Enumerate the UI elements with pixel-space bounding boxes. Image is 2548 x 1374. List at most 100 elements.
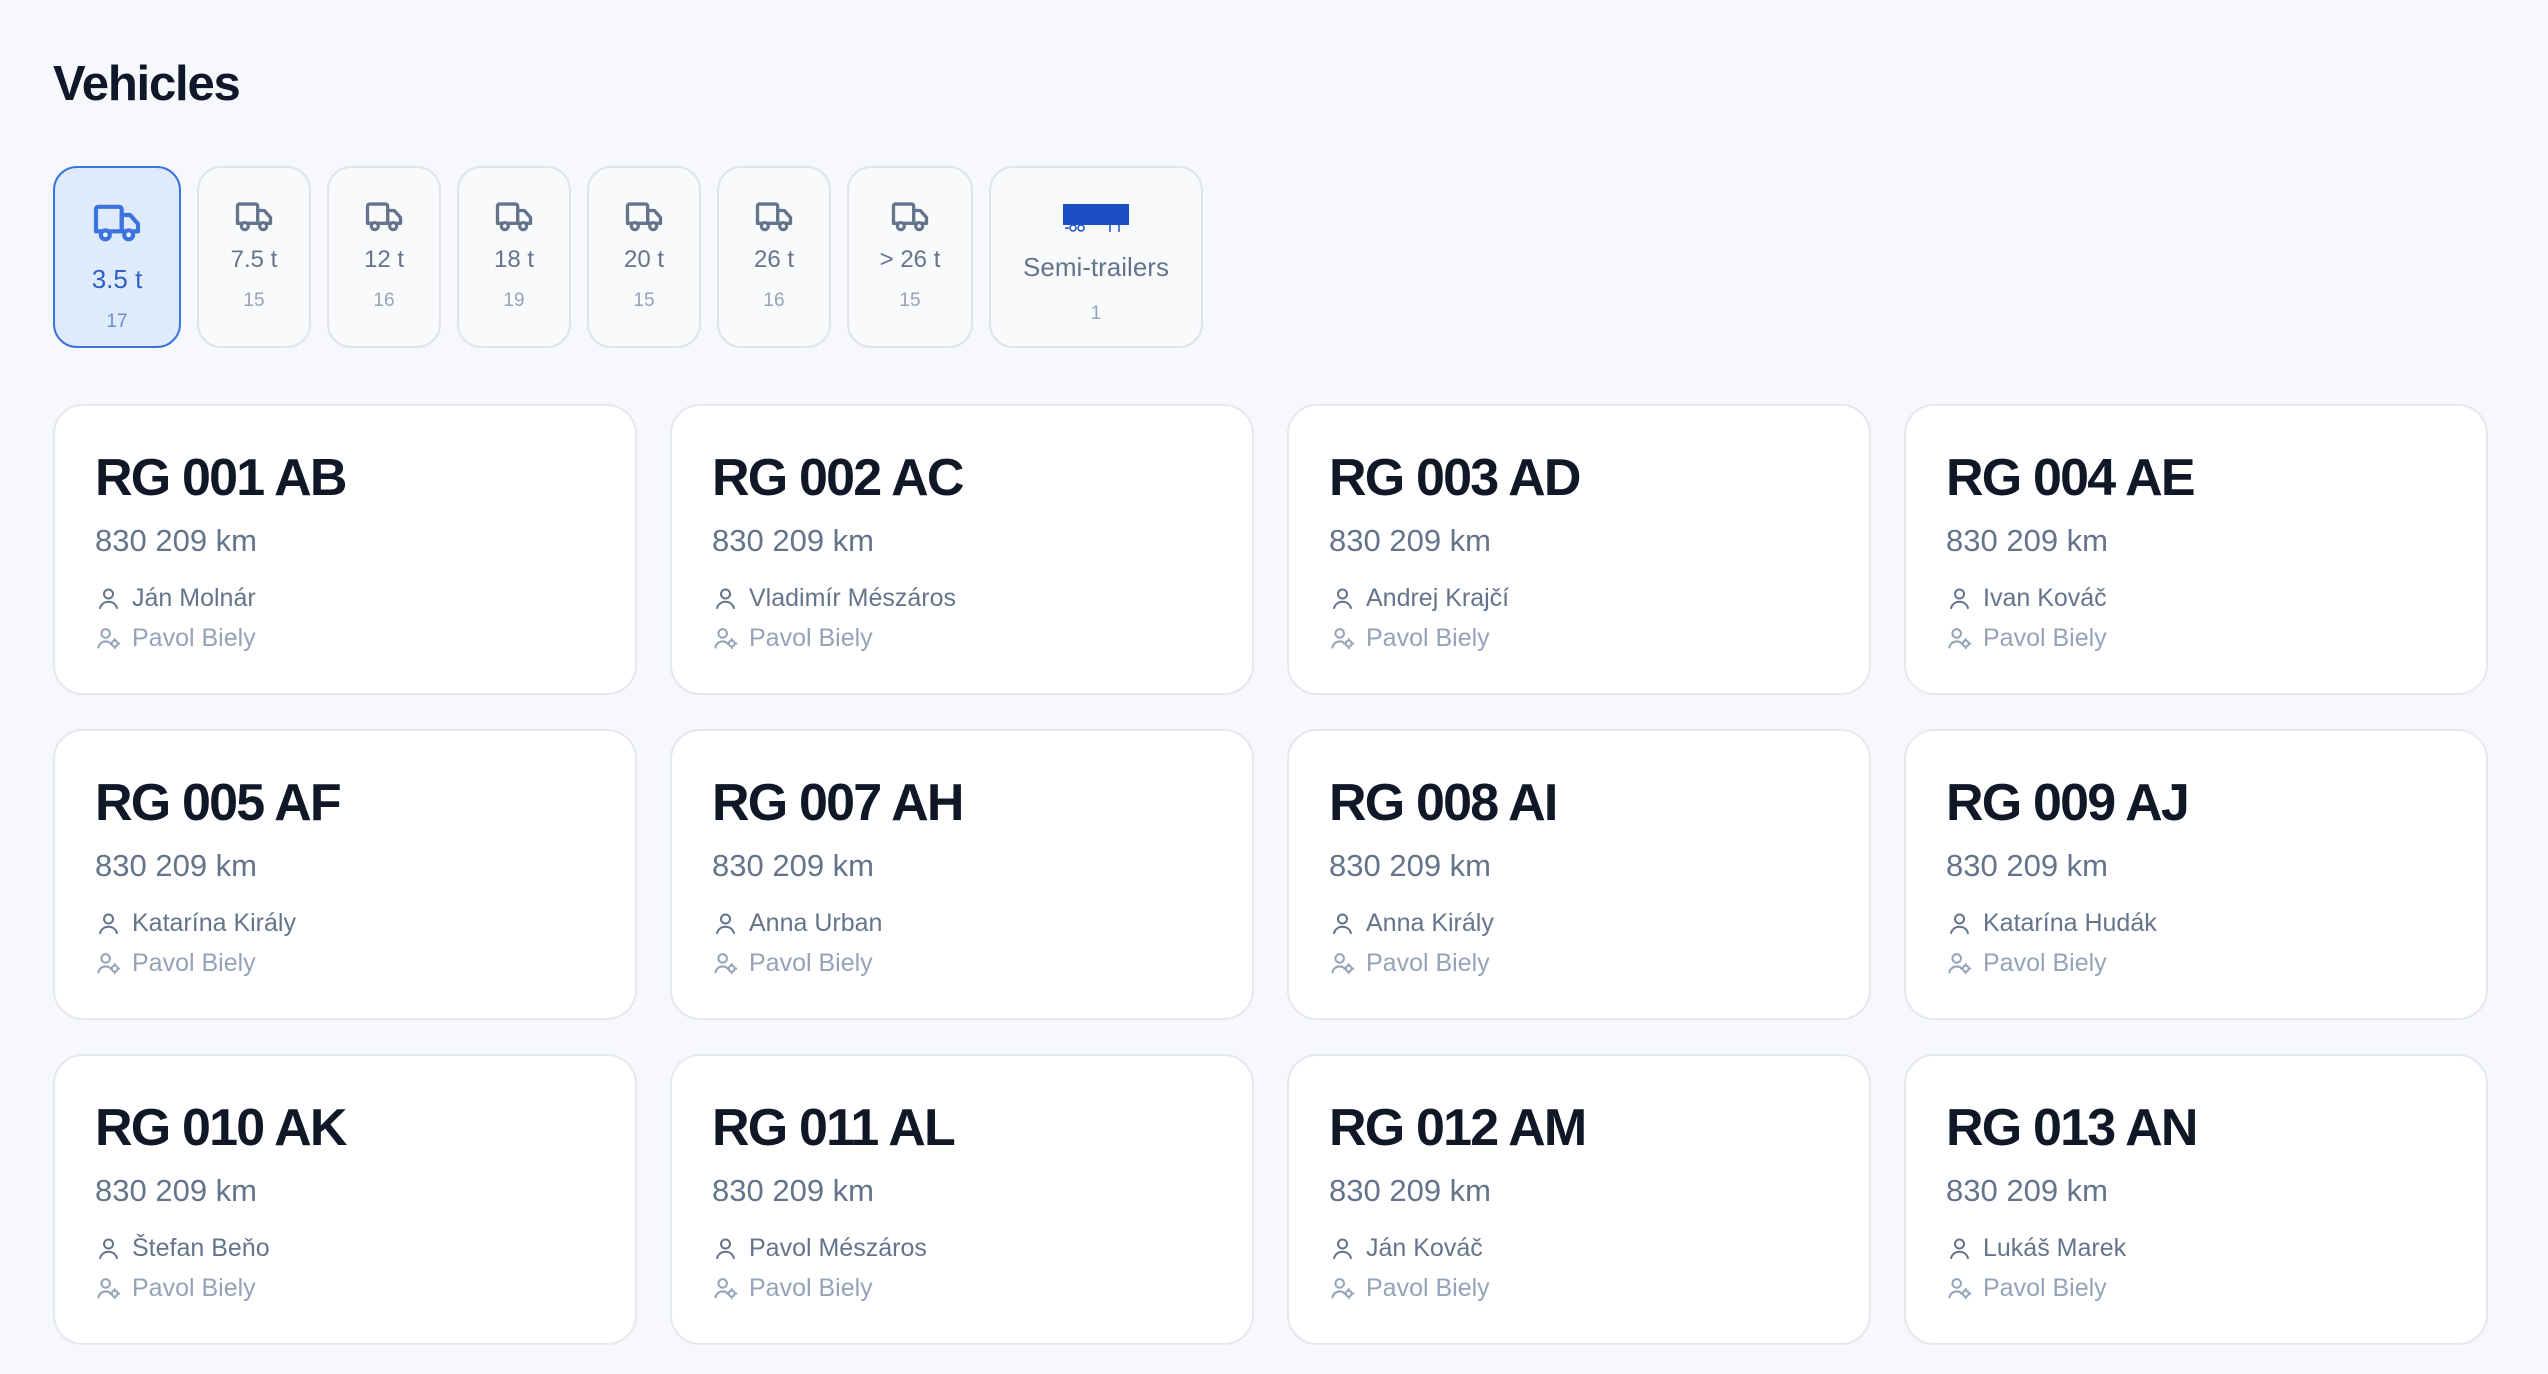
vehicle-card-grid: RG 001 AB 830 209 km Ján Molnár Pavol Bi… <box>53 404 2489 1345</box>
manager-icon <box>714 1278 738 1300</box>
driver-name: Katarína Hudák <box>1983 909 2157 937</box>
manager-row: Pavol Biely <box>1946 1274 2107 1303</box>
driver-row: Štefan Beňo <box>95 1234 270 1263</box>
filter-2[interactable]: 12 t 16 <box>327 166 441 348</box>
manager-icon <box>97 1278 121 1300</box>
license-plate: RG 007 AH <box>712 774 964 832</box>
truck-icon <box>235 202 273 232</box>
license-plate: RG 005 AF <box>95 774 342 832</box>
driver-name: Andrej Krajčí <box>1366 584 1510 612</box>
manager-icon <box>1948 628 1972 650</box>
manager-row: Pavol Biely <box>1946 624 2107 653</box>
license-plate: RG 010 AK <box>95 1099 347 1157</box>
manager-icon <box>714 953 738 975</box>
manager-row: Pavol Biely <box>95 1274 256 1303</box>
filter-count: 16 <box>763 290 785 311</box>
driver-icon <box>716 588 735 610</box>
vehicle-card[interactable]: RG 005 AF 830 209 km Katarína Király Pav… <box>53 729 637 1020</box>
vehicle-card[interactable]: RG 002 AC 830 209 km Vladimír Mészáros P… <box>670 404 1254 695</box>
driver-row: Ján Molnár <box>95 584 256 613</box>
vehicle-card[interactable]: RG 010 AK 830 209 km Štefan Beňo Pavol B… <box>53 1054 637 1345</box>
driver-name: Vladimír Mészáros <box>749 584 956 612</box>
filter-label: 18 t <box>493 246 535 273</box>
driver-row: Katarína Hudák <box>1946 909 2157 938</box>
page-title: Vehicles <box>53 57 241 111</box>
filter-6[interactable]: > 26 t 15 <box>847 166 973 348</box>
manager-icon <box>1331 953 1355 975</box>
odometer: 830 209 km <box>1329 848 1491 883</box>
manager-name: Pavol Biely <box>1366 624 1490 652</box>
manager-name: Pavol Biely <box>749 949 873 977</box>
manager-row: Pavol Biely <box>95 624 256 653</box>
manager-name: Pavol Biely <box>1983 624 2107 652</box>
license-plate: RG 008 AI <box>1329 774 1558 832</box>
odometer: 830 209 km <box>712 523 874 558</box>
filter-5[interactable]: 26 t 16 <box>717 166 831 348</box>
filter-count: 15 <box>899 290 921 311</box>
manager-row: Pavol Biely <box>712 1274 873 1303</box>
filter-4[interactable]: 20 t 15 <box>587 166 701 348</box>
filter-label: 26 t <box>753 246 795 273</box>
vehicle-card[interactable]: RG 004 AE 830 209 km Ivan Kováč Pavol Bi… <box>1904 404 2488 695</box>
vehicle-card[interactable]: RG 007 AH 830 209 km Anna Urban Pavol Bi… <box>670 729 1254 1020</box>
filter-count: 17 <box>106 311 128 332</box>
vehicle-card[interactable]: RG 003 AD 830 209 km Andrej Krajčí Pavol… <box>1287 404 1871 695</box>
driver-row: Andrej Krajčí <box>1329 584 1509 613</box>
manager-name: Pavol Biely <box>749 1274 873 1302</box>
license-plate: RG 001 AB <box>95 449 347 507</box>
vehicle-card[interactable]: RG 012 AM 830 209 km Ján Kováč Pavol Bie… <box>1287 1054 1871 1345</box>
driver-name: Anna Király <box>1366 909 1494 937</box>
driver-icon <box>1950 588 1969 610</box>
odometer: 830 209 km <box>1329 1173 1491 1208</box>
vehicle-card[interactable]: RG 013 AN 830 209 km Lukáš Marek Pavol B… <box>1904 1054 2488 1345</box>
vehicle-card[interactable]: RG 009 AJ 830 209 km Katarína Hudák Pavo… <box>1904 729 2488 1020</box>
driver-icon <box>1950 913 1969 935</box>
filter-label: 3.5 t <box>91 264 143 294</box>
license-plate: RG 009 AJ <box>1946 774 2190 832</box>
license-plate: RG 012 AM <box>1329 1099 1587 1157</box>
driver-icon <box>716 913 735 935</box>
driver-row: Ivan Kováč <box>1946 584 2107 613</box>
manager-icon <box>1331 1278 1355 1300</box>
manager-row: Pavol Biely <box>1329 949 1490 978</box>
truck-icon <box>365 202 403 232</box>
odometer: 830 209 km <box>712 1173 874 1208</box>
driver-icon <box>1333 588 1352 610</box>
filter-count: 19 <box>503 290 525 311</box>
manager-name: Pavol Biely <box>1983 949 2107 977</box>
filter-1[interactable]: 7.5 t 15 <box>197 166 311 348</box>
manager-row: Pavol Biely <box>1329 624 1490 653</box>
semi-trailer-icon <box>1063 204 1129 234</box>
license-plate: RG 003 AD <box>1329 449 1581 507</box>
driver-row: Ján Kováč <box>1329 1234 1483 1263</box>
vehicle-card[interactable]: RG 008 AI 830 209 km Anna Király Pavol B… <box>1287 729 1871 1020</box>
odometer: 830 209 km <box>95 523 257 558</box>
driver-row: Lukáš Marek <box>1946 1234 2126 1263</box>
driver-icon <box>1950 1238 1969 1260</box>
driver-name: Štefan Beňo <box>132 1234 270 1262</box>
manager-icon <box>1948 953 1972 975</box>
manager-icon <box>714 628 738 650</box>
license-plate: RG 011 AL <box>712 1099 956 1157</box>
driver-icon <box>99 1238 118 1260</box>
driver-name: Katarína Király <box>132 909 296 937</box>
driver-row: Anna Urban <box>712 909 882 938</box>
filter-label: 20 t <box>623 246 665 273</box>
vehicle-card[interactable]: RG 011 AL 830 209 km Pavol Mészáros Pavo… <box>670 1054 1254 1345</box>
truck-icon <box>93 204 141 242</box>
driver-row: Pavol Mészáros <box>712 1234 927 1263</box>
vehicle-card[interactable]: RG 001 AB 830 209 km Ján Molnár Pavol Bi… <box>53 404 637 695</box>
filter-3[interactable]: 18 t 19 <box>457 166 571 348</box>
vehicle-category-filters: 3.5 t 17 7.5 t 15 12 t 16 18 t 19 20 t 15 26 … <box>53 166 1203 348</box>
manager-name: Pavol Biely <box>132 624 256 652</box>
manager-name: Pavol Biely <box>1366 1274 1490 1302</box>
filter-7[interactable]: Semi-trailers 1 <box>989 166 1203 348</box>
manager-name: Pavol Biely <box>1983 1274 2107 1302</box>
manager-name: Pavol Biely <box>132 1274 256 1302</box>
truck-icon <box>495 202 533 232</box>
driver-row: Anna Király <box>1329 909 1494 938</box>
manager-name: Pavol Biely <box>132 949 256 977</box>
driver-icon <box>716 1238 735 1260</box>
driver-row: Vladimír Mészáros <box>712 584 956 613</box>
filter-0[interactable]: 3.5 t 17 <box>53 166 181 348</box>
